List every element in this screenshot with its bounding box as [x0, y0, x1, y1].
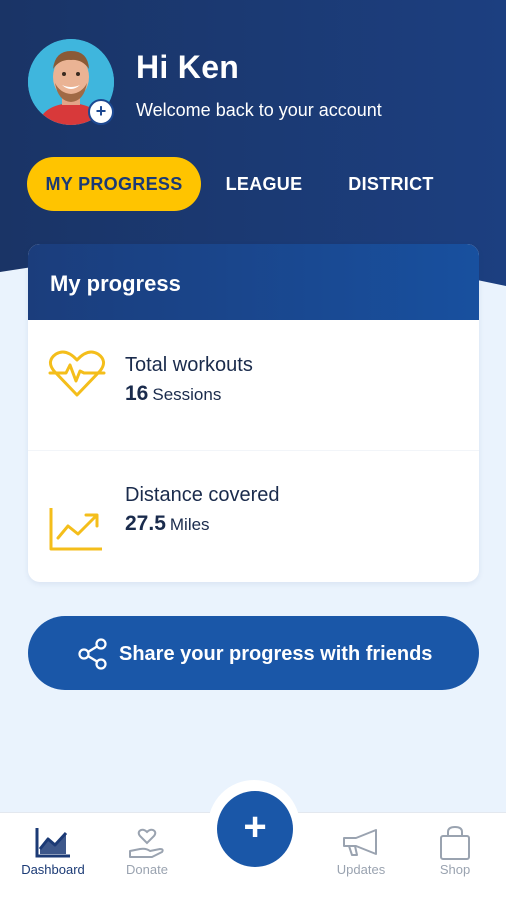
stat-unit: Sessions — [152, 385, 222, 404]
nav-label: Donate — [126, 862, 168, 877]
megaphone-icon — [316, 825, 406, 861]
nav-donate[interactable]: Donate — [102, 813, 192, 900]
nav-label: Updates — [336, 862, 386, 877]
trend-chart-icon — [48, 506, 104, 557]
share-icon — [77, 638, 109, 676]
stat-unit: Miles — [169, 515, 210, 534]
tab-district[interactable]: DISTRICT — [333, 157, 449, 211]
tab-my-progress[interactable]: MY PROGRESS — [27, 157, 201, 211]
stat-value: 16 Sessions — [125, 382, 221, 406]
greeting-title: Hi Ken — [136, 49, 240, 85]
stat-distance-covered: Distance covered 27.5 Miles — [28, 466, 479, 566]
divider — [28, 450, 479, 451]
nav-dashboard[interactable]: Dashboard — [8, 813, 98, 900]
heart-pulse-icon — [48, 349, 106, 404]
heart-hand-icon — [102, 825, 192, 861]
progress-card: My progress Total workouts 16 Sessions Di… — [28, 244, 479, 582]
nav-shop[interactable]: Shop — [410, 813, 500, 900]
nav-label: Shop — [439, 862, 471, 877]
stat-total-workouts: Total workouts 16 Sessions — [28, 334, 479, 434]
stat-number: 16 — [125, 382, 149, 405]
progress-card-title: My progress — [28, 244, 479, 320]
stat-label: Total workouts — [125, 354, 253, 376]
nav-label: Dashboard — [21, 862, 85, 877]
stat-value: 27.5 Miles — [125, 512, 210, 536]
chart-icon — [8, 825, 98, 861]
tab-league[interactable]: LEAGUE — [217, 157, 311, 211]
share-button-label: Share your progress with friends — [119, 643, 433, 665]
tab-bar: MY PROGRESS LEAGUE DISTRICT — [27, 157, 479, 211]
stat-label: Distance covered — [125, 484, 280, 506]
nav-updates[interactable]: Updates — [316, 813, 406, 900]
welcome-subtitle: Welcome back to your account — [136, 100, 382, 120]
add-activity-button[interactable]: + — [217, 791, 293, 867]
share-progress-button[interactable]: Share your progress with friends — [28, 616, 479, 690]
stat-number: 27.5 — [125, 512, 166, 535]
add-photo-button[interactable]: + — [88, 99, 114, 125]
avatar[interactable]: + — [28, 39, 114, 125]
shopping-bag-icon — [410, 825, 500, 861]
